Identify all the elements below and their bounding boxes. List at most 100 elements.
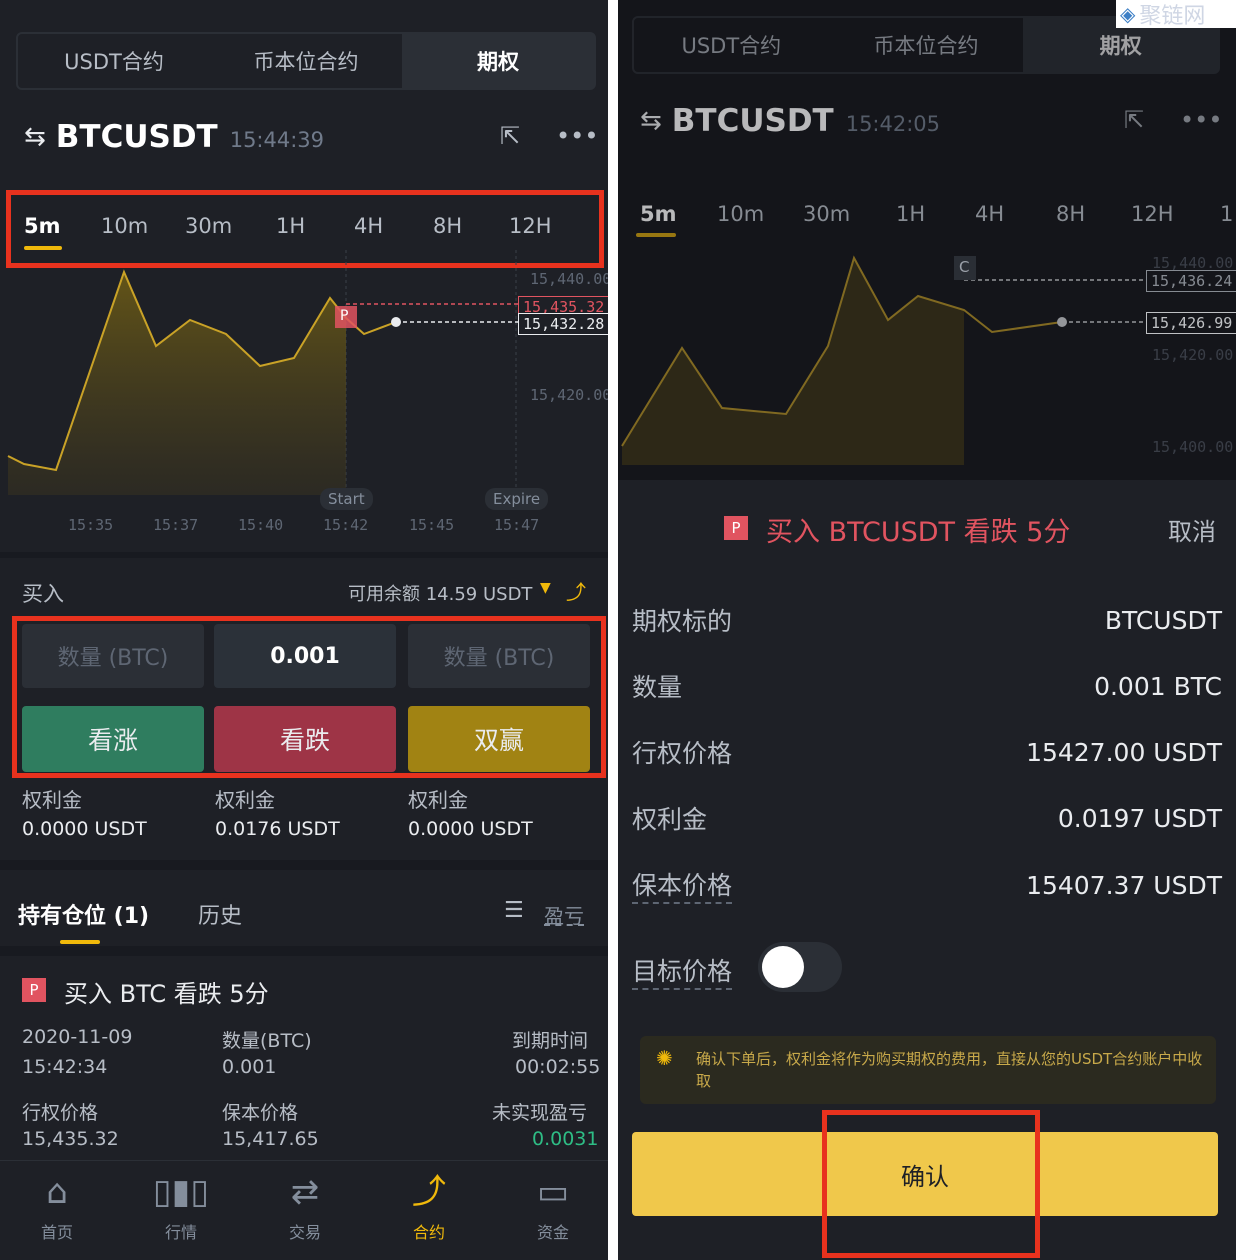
nav-home-label: 首页 [40,1223,73,1242]
x-tick: 15:47 [494,516,540,534]
watermark-logo-icon: ◈ [1120,2,1136,26]
price-chart[interactable] [618,240,1236,470]
nav-trade-label: 交易 [288,1223,321,1242]
active-tab-underline [60,940,100,944]
tab-usdt-futures[interactable]: USDT合约 [18,34,210,88]
nav-futures-label: 合约 [412,1223,445,1242]
tab-open-positions[interactable]: 持有仓位 (1) [18,898,149,930]
interval-more[interactable]: 1 [1220,202,1233,226]
put-badge: P [724,516,748,540]
tab-coin-futures[interactable]: 币本位合约 [210,34,402,88]
row-label: 行权价格 [632,739,733,768]
trade-icon: ⇄ [290,1172,320,1212]
row-label: 保本价格 [632,866,733,904]
lightbulb-icon: ✺ [656,1046,673,1070]
sheet-title: 买入 BTCUSDT 看跌 5分 [766,517,1071,548]
put-marker-label: P [340,308,349,324]
row-value: 15427.00 USDT [1026,737,1222,767]
premium-label: 权利金 [22,788,82,812]
symbol-name[interactable]: BTCUSDT [56,119,218,155]
order-highlight-box [12,616,606,778]
x-tick: 15:35 [68,516,114,534]
toggle-knob [762,946,804,988]
nav-markets[interactable]: ▯▮▯ 行情 [131,1169,231,1243]
x-tick: 15:37 [153,516,199,534]
nav-futures[interactable]: ⤴ 合约 [379,1169,479,1243]
more-icon[interactable]: ••• [1180,106,1222,134]
contract-type-tabs: USDT合约 币本位合约 期权 [16,32,596,90]
clock-time: 15:44:39 [229,128,325,152]
share-icon[interactable]: ⇱ [1124,106,1144,134]
interval-tabs: 5m 10m 30m 1H 4H 8H 12H 1 [618,200,1236,236]
nav-markets-label: 行情 [164,1223,197,1242]
interval-30m[interactable]: 30m [803,202,850,226]
confirm-sheet: P 买入 BTCUSDT 看跌 5分 取消 期权标的 BTCUSDT 数量 0.… [618,480,1236,1260]
tab-history[interactable]: 历史 [198,898,242,930]
tab-coin-futures[interactable]: 币本位合约 [829,18,1024,72]
row-label: 权利金 [632,805,708,834]
swap-icon[interactable]: ⇆ [640,106,662,136]
strike-value: 15,435.32 [22,1128,119,1150]
premium-label: 权利金 [215,788,275,812]
swap-icon[interactable]: ⇆ [24,122,46,152]
interval-4h[interactable]: 4H [975,202,1004,226]
nav-trade[interactable]: ⇄ 交易 [255,1169,355,1243]
bottom-nav: ⌂ 首页 ▯▮▯ 行情 ⇄ 交易 ⤴ 合约 ▭ 资金 [0,1160,608,1260]
breakeven-value: 15,417.65 [222,1128,319,1150]
clock-time: 15:42:05 [845,112,941,136]
section-divider [0,860,608,870]
available-balance[interactable]: 可用余额 14.59 USDT [348,580,532,606]
symbol-header: ⇆ BTCUSDT 15:42:05 [640,96,940,146]
wallet-icon: ▭ [536,1172,570,1212]
nav-home[interactable]: ⌂ 首页 [7,1169,107,1243]
home-icon: ⌂ [46,1172,68,1212]
tab-options[interactable]: 期权 [402,34,594,88]
current-price-tag: 15,426.99 [1146,312,1236,334]
x-tick: 15:42 [323,516,369,534]
confirm-highlight-box [822,1110,1040,1258]
tab-usdt-futures[interactable]: USDT合约 [634,18,829,72]
active-interval-underline [636,233,676,237]
start-label: Start [320,488,373,510]
row-value: BTCUSDT [1104,605,1222,635]
row-value: 0.0197 USDT [1057,803,1222,833]
premium-value: 0.0000 USDT [22,818,147,840]
transfer-icon[interactable]: ⤴ [566,576,586,605]
section-divider [0,946,608,956]
call-marker-label: C [959,258,970,276]
symbol-name[interactable]: BTCUSDT [672,103,834,139]
nav-wallet-label: 资金 [536,1223,569,1242]
nav-wallet[interactable]: ▭ 资金 [503,1169,603,1243]
y-tick: 15,420.00 [530,386,608,404]
more-icon[interactable]: ••• [556,122,598,150]
position-title: 买入 BTC 看跌 5分 [64,980,269,1008]
unrealized-pnl-value: 0.0031 [532,1128,599,1150]
caret-down-icon[interactable]: ▼ [540,580,551,596]
row-value: 0.001 BTC [1094,671,1222,701]
interval-10m[interactable]: 10m [717,202,764,226]
y-tick: 15,400.00 [1152,438,1234,456]
watermark-text: 聚链网 [1139,4,1206,29]
qty-label: 数量(BTC) [222,1030,312,1052]
x-tick: 15:45 [409,516,455,534]
put-badge: P [22,978,46,1002]
cancel-button[interactable]: 取消 [1168,512,1216,547]
x-tick: 15:40 [238,516,284,534]
futures-icon: ⤴ [412,1172,446,1212]
expire-label: Expire [485,488,549,510]
pnl-toggle[interactable]: 盈亏 [544,900,584,929]
current-price-dot [391,317,401,327]
interval-12h[interactable]: 12H [1131,202,1174,226]
share-icon[interactable]: ⇱ [500,122,520,150]
interval-1h[interactable]: 1H [896,202,925,226]
target-price-toggle[interactable] [758,942,842,992]
interval-5m[interactable]: 5m [640,202,677,226]
section-divider [0,552,608,558]
interval-8h[interactable]: 8H [1056,202,1085,226]
expiry-value: 00:02:55 [515,1056,601,1078]
row-strike: 行权价格 15427.00 USDT [632,734,1222,770]
filter-list-icon[interactable]: ☰ [504,898,524,923]
row-label: 数量 [632,673,683,702]
unrealized-pnl-label: 未实现盈亏 [492,1102,588,1124]
upper-price-tag: 15,436.24 [1146,270,1236,292]
